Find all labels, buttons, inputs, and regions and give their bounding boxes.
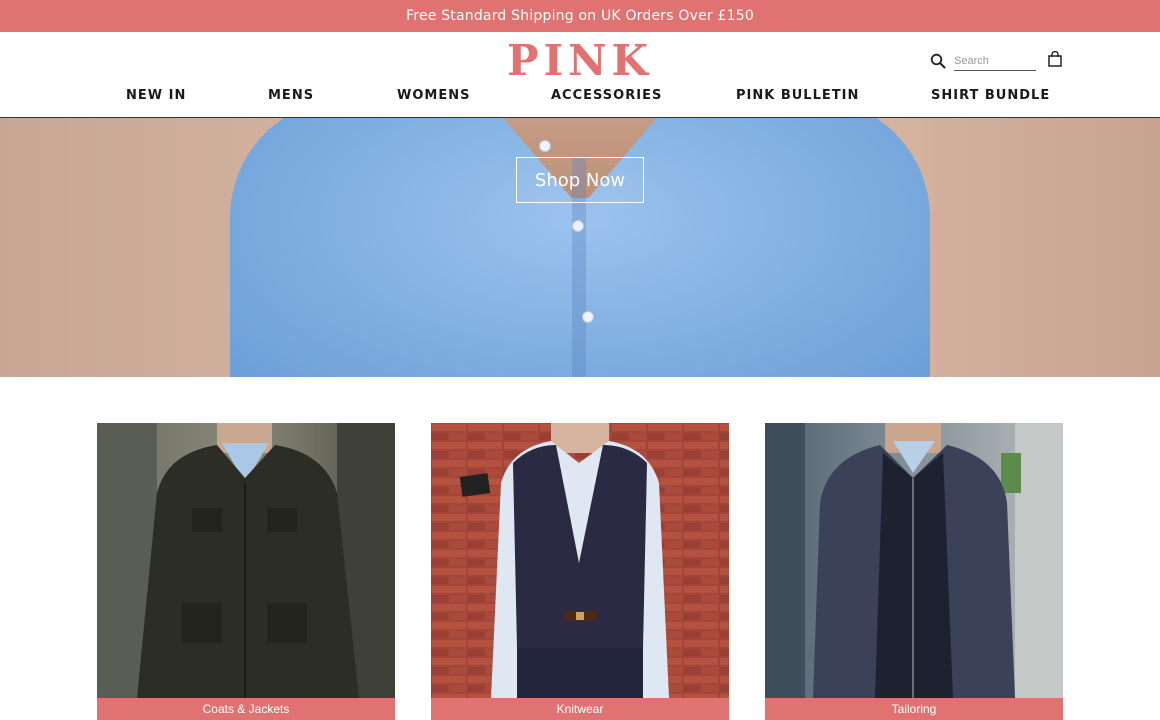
nav-item-accessories[interactable]: ACCESSORIES xyxy=(551,88,662,103)
category-image-knitwear xyxy=(431,423,729,698)
search-input[interactable] xyxy=(954,51,1036,71)
promo-bar: Free Standard Shipping on UK Orders Over… xyxy=(0,0,1160,32)
shirt-button xyxy=(572,220,584,232)
category-image-coats-jackets xyxy=(97,423,395,698)
category-label[interactable]: Tailoring xyxy=(765,698,1063,720)
category-label[interactable]: Coats & Jackets xyxy=(97,698,395,720)
main-nav: NEW IN MENS WOMENS ACCESSORIES PINK BULL… xyxy=(0,88,1160,112)
nav-item-shirt-bundle[interactable]: SHIRT BUNDLE xyxy=(931,88,1050,103)
shopping-bag-icon[interactable] xyxy=(1048,51,1062,67)
nav-item-womens[interactable]: WOMENS xyxy=(397,88,470,103)
category-card-coats-jackets[interactable]: Coats & Jackets xyxy=(97,423,395,720)
shirt-button xyxy=(582,311,594,323)
category-card-tailoring[interactable]: Tailoring xyxy=(765,423,1063,720)
category-image-tailoring xyxy=(765,423,1063,698)
search-box xyxy=(930,50,1036,72)
category-card-knitwear[interactable]: Knitwear xyxy=(431,423,729,720)
shop-now-button[interactable]: Shop Now xyxy=(516,157,644,203)
nav-item-new-in[interactable]: NEW IN xyxy=(126,88,186,103)
nav-item-mens[interactable]: MENS xyxy=(268,88,314,103)
shirt-button xyxy=(539,140,551,152)
search-icon[interactable] xyxy=(930,53,946,69)
category-label[interactable]: Knitwear xyxy=(431,698,729,720)
nav-item-pink-bulletin[interactable]: PINK BULLETIN xyxy=(736,88,859,103)
promo-text: Free Standard Shipping on UK Orders Over… xyxy=(406,8,754,24)
hero-banner: Shop Now xyxy=(0,118,1160,377)
site-header: PINK NEW IN MENS WOMENS ACCESSORIES PINK… xyxy=(0,32,1160,118)
